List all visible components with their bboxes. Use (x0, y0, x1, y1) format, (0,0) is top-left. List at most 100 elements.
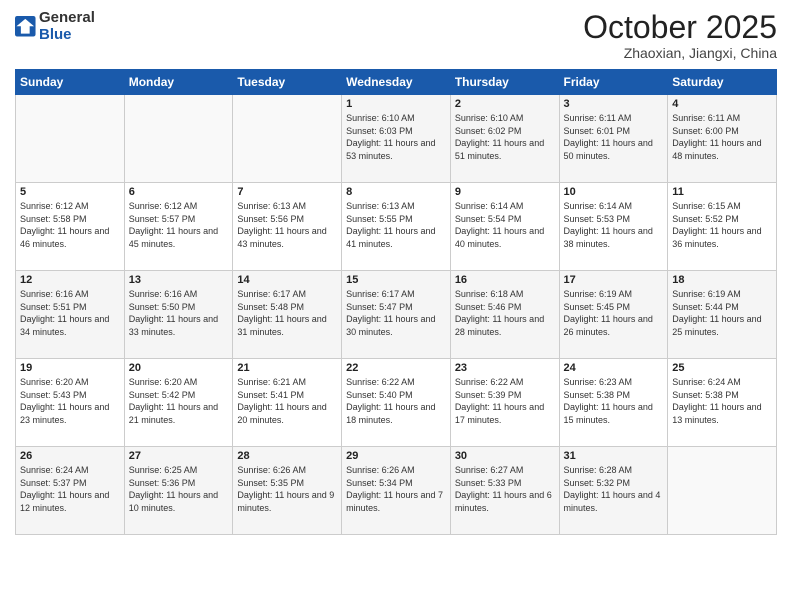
day-number: 4 (672, 98, 772, 110)
calendar-cell: 14 Sunrise: 6:17 AM Sunset: 5:48 PM Dayli… (233, 271, 342, 359)
calendar-week-row: 26 Sunrise: 6:24 AM Sunset: 5:37 PM Dayli… (16, 447, 777, 535)
day-info: Sunrise: 6:13 AM Sunset: 5:55 PM Dayligh… (346, 200, 446, 250)
weekday-header-row: SundayMondayTuesdayWednesdayThursdayFrid… (16, 70, 777, 95)
day-info: Sunrise: 6:27 AM Sunset: 5:33 PM Dayligh… (455, 464, 555, 514)
day-number: 22 (346, 362, 446, 374)
day-number: 1 (346, 98, 446, 110)
day-info: Sunrise: 6:14 AM Sunset: 5:54 PM Dayligh… (455, 200, 555, 250)
calendar-cell: 9 Sunrise: 6:14 AM Sunset: 5:54 PM Daylig… (450, 183, 559, 271)
day-number: 10 (564, 186, 664, 198)
calendar-cell: 27 Sunrise: 6:25 AM Sunset: 5:36 PM Dayli… (124, 447, 233, 535)
day-info: Sunrise: 6:22 AM Sunset: 5:40 PM Dayligh… (346, 376, 446, 426)
weekday-header-thursday: Thursday (450, 70, 559, 95)
day-info: Sunrise: 6:21 AM Sunset: 5:41 PM Dayligh… (237, 376, 337, 426)
day-number: 3 (564, 98, 664, 110)
day-number: 6 (129, 186, 229, 198)
day-number: 27 (129, 450, 229, 462)
day-info: Sunrise: 6:17 AM Sunset: 5:47 PM Dayligh… (346, 288, 446, 338)
calendar-cell: 13Sunrise: 6:16 AM Sunset: 5:50 PM Dayli… (124, 271, 233, 359)
day-number: 26 (20, 450, 120, 462)
day-number: 12 (20, 274, 120, 286)
day-info: Sunrise: 6:10 AM Sunset: 6:02 PM Dayligh… (455, 112, 555, 162)
calendar-cell: 12 Sunrise: 6:16 AM Sunset: 5:51 PM Dayli… (16, 271, 125, 359)
day-number: 30 (455, 450, 555, 462)
calendar-cell: 3 Sunrise: 6:11 AM Sunset: 6:01 PM Daylig… (559, 95, 668, 183)
day-info: Sunrise: 6:26 AM Sunset: 5:34 PM Dayligh… (346, 464, 446, 514)
day-number: 25 (672, 362, 772, 374)
calendar-cell: 23Sunrise: 6:22 AM Sunset: 5:39 PM Dayli… (450, 359, 559, 447)
day-number: 21 (237, 362, 337, 374)
day-number: 5 (20, 186, 120, 198)
calendar-cell: 26 Sunrise: 6:24 AM Sunset: 5:37 PM Dayli… (16, 447, 125, 535)
day-number: 19 (20, 362, 120, 374)
day-info: Sunrise: 6:19 AM Sunset: 5:44 PM Dayligh… (672, 288, 772, 338)
weekday-header-saturday: Saturday (668, 70, 777, 95)
day-number: 31 (564, 450, 664, 462)
calendar-table: SundayMondayTuesdayWednesdayThursdayFrid… (15, 69, 777, 535)
calendar-page: General Blue October 2025 Zhaoxian, Jian… (0, 0, 792, 612)
day-info: Sunrise: 6:15 AM Sunset: 5:52 PM Dayligh… (672, 200, 772, 250)
day-info: Sunrise: 6:24 AM Sunset: 5:38 PM Dayligh… (672, 376, 772, 426)
day-number: 18 (672, 274, 772, 286)
header: General Blue October 2025 Zhaoxian, Jian… (15, 10, 777, 61)
calendar-cell: 29 Sunrise: 6:26 AM Sunset: 5:34 PM Dayli… (342, 447, 451, 535)
day-info: Sunrise: 6:24 AM Sunset: 5:37 PM Dayligh… (20, 464, 120, 514)
calendar-week-row: 5 Sunrise: 6:12 AM Sunset: 5:58 PM Daylig… (16, 183, 777, 271)
day-info: Sunrise: 6:18 AM Sunset: 5:46 PM Dayligh… (455, 288, 555, 338)
day-number: 11 (672, 186, 772, 198)
day-number: 20 (129, 362, 229, 374)
day-number: 23 (455, 362, 555, 374)
day-info: Sunrise: 6:17 AM Sunset: 5:48 PM Dayligh… (237, 288, 337, 338)
day-number: 2 (455, 98, 555, 110)
day-info: Sunrise: 6:12 AM Sunset: 5:58 PM Dayligh… (20, 200, 120, 250)
weekday-header-wednesday: Wednesday (342, 70, 451, 95)
weekday-header-tuesday: Tuesday (233, 70, 342, 95)
month-title: October 2025 (583, 10, 777, 45)
logo-icon (15, 16, 37, 38)
calendar-cell: 15Sunrise: 6:17 AM Sunset: 5:47 PM Dayli… (342, 271, 451, 359)
location: Zhaoxian, Jiangxi, China (583, 45, 777, 61)
calendar-cell (233, 95, 342, 183)
day-number: 17 (564, 274, 664, 286)
day-info: Sunrise: 6:25 AM Sunset: 5:36 PM Dayligh… (129, 464, 229, 514)
day-info: Sunrise: 6:19 AM Sunset: 5:45 PM Dayligh… (564, 288, 664, 338)
calendar-cell: 24Sunrise: 6:23 AM Sunset: 5:38 PM Dayli… (559, 359, 668, 447)
calendar-cell: 22 Sunrise: 6:22 AM Sunset: 5:40 PM Dayli… (342, 359, 451, 447)
calendar-week-row: 1Sunrise: 6:10 AM Sunset: 6:03 PM Daylig… (16, 95, 777, 183)
calendar-cell: 6 Sunrise: 6:12 AM Sunset: 5:57 PM Daylig… (124, 183, 233, 271)
calendar-cell: 10 Sunrise: 6:14 AM Sunset: 5:53 PM Dayli… (559, 183, 668, 271)
calendar-cell: 17 Sunrise: 6:19 AM Sunset: 5:45 PM Dayli… (559, 271, 668, 359)
calendar-cell: 31 Sunrise: 6:28 AM Sunset: 5:32 PM Dayli… (559, 447, 668, 535)
day-info: Sunrise: 6:11 AM Sunset: 6:00 PM Dayligh… (672, 112, 772, 162)
day-info: Sunrise: 6:26 AM Sunset: 5:35 PM Dayligh… (237, 464, 337, 514)
calendar-cell: 19Sunrise: 6:20 AM Sunset: 5:43 PM Dayli… (16, 359, 125, 447)
weekday-header-friday: Friday (559, 70, 668, 95)
calendar-cell: 16Sunrise: 6:18 AM Sunset: 5:46 PM Dayli… (450, 271, 559, 359)
day-number: 13 (129, 274, 229, 286)
day-number: 14 (237, 274, 337, 286)
day-number: 9 (455, 186, 555, 198)
day-info: Sunrise: 6:16 AM Sunset: 5:51 PM Dayligh… (20, 288, 120, 338)
calendar-cell: 1Sunrise: 6:10 AM Sunset: 6:03 PM Daylig… (342, 95, 451, 183)
calendar-cell: 21 Sunrise: 6:21 AM Sunset: 5:41 PM Dayli… (233, 359, 342, 447)
logo: General Blue (15, 10, 95, 43)
calendar-week-row: 19Sunrise: 6:20 AM Sunset: 5:43 PM Dayli… (16, 359, 777, 447)
weekday-header-monday: Monday (124, 70, 233, 95)
calendar-cell: 30 Sunrise: 6:27 AM Sunset: 5:33 PM Dayli… (450, 447, 559, 535)
day-info: Sunrise: 6:12 AM Sunset: 5:57 PM Dayligh… (129, 200, 229, 250)
day-info: Sunrise: 6:14 AM Sunset: 5:53 PM Dayligh… (564, 200, 664, 250)
calendar-cell: 2 Sunrise: 6:10 AM Sunset: 6:02 PM Daylig… (450, 95, 559, 183)
day-number: 7 (237, 186, 337, 198)
calendar-week-row: 12 Sunrise: 6:16 AM Sunset: 5:51 PM Dayli… (16, 271, 777, 359)
calendar-cell: 8Sunrise: 6:13 AM Sunset: 5:55 PM Daylig… (342, 183, 451, 271)
day-info: Sunrise: 6:11 AM Sunset: 6:01 PM Dayligh… (564, 112, 664, 162)
calendar-cell: 4 Sunrise: 6:11 AM Sunset: 6:00 PM Daylig… (668, 95, 777, 183)
day-number: 29 (346, 450, 446, 462)
day-info: Sunrise: 6:13 AM Sunset: 5:56 PM Dayligh… (237, 200, 337, 250)
calendar-cell: 20Sunrise: 6:20 AM Sunset: 5:42 PM Dayli… (124, 359, 233, 447)
day-info: Sunrise: 6:28 AM Sunset: 5:32 PM Dayligh… (564, 464, 664, 514)
calendar-cell: 7 Sunrise: 6:13 AM Sunset: 5:56 PM Daylig… (233, 183, 342, 271)
day-number: 28 (237, 450, 337, 462)
logo-blue-text: Blue (39, 26, 72, 43)
title-block: October 2025 Zhaoxian, Jiangxi, China (583, 10, 777, 61)
